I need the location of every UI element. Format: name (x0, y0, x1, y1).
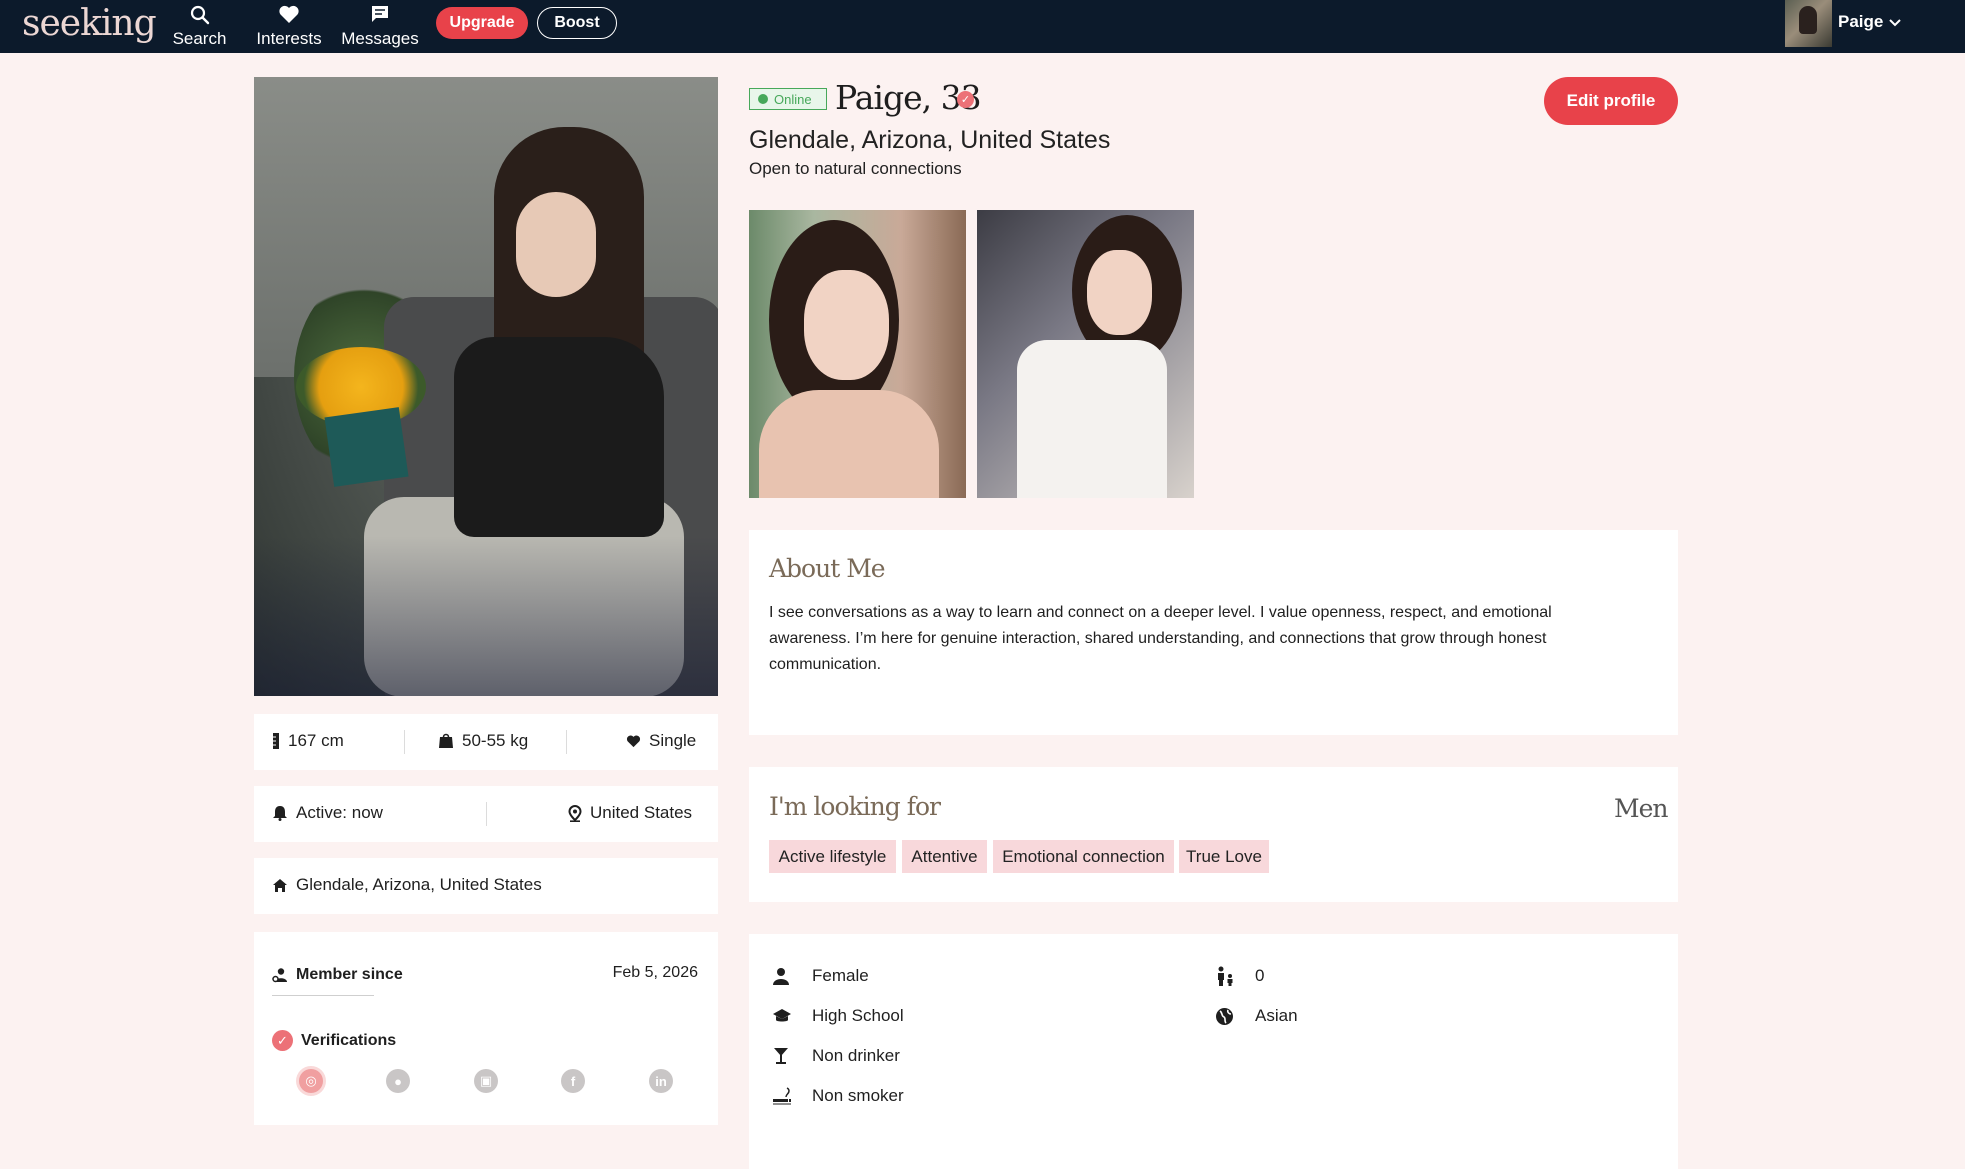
height-icon (273, 733, 279, 749)
globe-icon (1215, 1007, 1255, 1026)
chevron-down-icon[interactable] (1888, 10, 1902, 35)
country-value: United States (590, 803, 693, 822)
home-card: Glendale, Arizona, United States (254, 858, 718, 914)
detail-drinking: Non drinker (772, 1046, 900, 1066)
online-dot-icon (758, 94, 768, 104)
nav-search[interactable]: Search (172, 4, 227, 50)
edit-profile-button[interactable]: Edit profile (1544, 77, 1678, 125)
underline (272, 995, 374, 996)
photo-verification-icon[interactable]: ◎ (299, 1069, 323, 1093)
thumb-shirt (1017, 340, 1167, 498)
detail-education-value: High School (812, 1006, 904, 1025)
about-text: I see conversations as a way to learn an… (769, 604, 1552, 673)
weight-icon (439, 733, 453, 748)
divider (486, 802, 487, 826)
user-name[interactable]: Paige (1838, 12, 1883, 32)
nav-interests-label: Interests (256, 29, 322, 48)
verifications-text: Verifications (301, 1031, 397, 1049)
height-stat: 167 cm (272, 731, 344, 751)
member-card (254, 932, 718, 1125)
profile-tagline: Open to natural connections (749, 159, 962, 178)
member-since-text: Member since (296, 966, 403, 983)
stats-card: 167 cm 50-55 kg Single (254, 714, 718, 770)
member-since-date: Feb 5, 2026 (612, 964, 698, 981)
detail-smoking: Non smoker (772, 1086, 904, 1106)
looking-for-gender: Men (1614, 794, 1668, 823)
divider (404, 730, 405, 754)
photo-shade (254, 536, 718, 696)
relationship-value: Single (649, 731, 697, 750)
upgrade-button[interactable]: Upgrade (436, 7, 528, 39)
online-status-badge: Online (749, 88, 827, 110)
weight-stat: 50-55 kg (438, 731, 528, 751)
detail-children-value: 0 (1255, 966, 1265, 985)
smoking-icon (772, 1087, 812, 1105)
about-title: About Me (769, 554, 886, 583)
looking-for-card (749, 767, 1678, 902)
online-label: Online (774, 91, 812, 107)
profile-location: Glendale, Arizona, United States (749, 126, 1111, 154)
verifications-label: ✓ Verifications (272, 1030, 396, 1051)
heart-icon (254, 4, 324, 28)
boost-button[interactable]: Boost (537, 7, 617, 39)
tag-chip: Attentive (902, 840, 987, 873)
photo-vase (324, 407, 409, 487)
detail-education: High School (772, 1006, 904, 1026)
looking-for-title: I'm looking for (769, 792, 941, 821)
main-profile-photo[interactable] (254, 77, 718, 696)
country-stat: United States (568, 803, 692, 823)
linkedin-icon[interactable]: in (649, 1069, 673, 1093)
user-avatar[interactable] (1785, 0, 1832, 47)
thumb-shoulder (759, 390, 939, 498)
member-icon (272, 968, 287, 983)
background-check-icon[interactable]: ▣ (474, 1069, 498, 1093)
detail-gender-value: Female (812, 966, 869, 985)
thumb-face (804, 270, 889, 380)
id-verification-icon[interactable]: ● (386, 1069, 410, 1093)
seeking-logo[interactable]: seeking (22, 2, 157, 46)
bell-icon (273, 806, 287, 821)
member-since-label: Member since (272, 966, 403, 984)
photo-shirt (454, 337, 664, 537)
relationship-stat: Single (626, 731, 696, 751)
detail-ethnicity: Asian (1215, 1006, 1298, 1026)
tag-chip: True Love (1179, 840, 1269, 873)
graduation-cap-icon (772, 1008, 812, 1024)
home-stat: Glendale, Arizona, United States (272, 875, 542, 895)
parent-child-icon (1215, 966, 1255, 986)
nav-messages-label: Messages (341, 29, 419, 48)
profile-thumbnail[interactable] (749, 210, 966, 498)
facebook-icon[interactable]: f (561, 1069, 585, 1093)
detail-smoking-value: Non smoker (812, 1086, 904, 1105)
active-stat: Active: now (272, 803, 383, 823)
active-value: Active: now (296, 803, 383, 822)
top-nav: seeking Search Interests Messages Upgrad… (0, 0, 1965, 53)
verified-badge-icon: ✓ (957, 91, 974, 108)
cocktail-icon (772, 1047, 812, 1065)
detail-gender: Female (772, 966, 869, 986)
height-value: 167 cm (288, 731, 344, 750)
detail-drinking-value: Non drinker (812, 1046, 900, 1065)
activity-card: Active: now United States (254, 786, 718, 842)
location-pin-icon (568, 804, 582, 822)
photo-face (516, 192, 596, 297)
nav-messages[interactable]: Messages (340, 4, 420, 50)
divider (566, 730, 567, 754)
search-icon (172, 4, 227, 28)
message-icon (340, 4, 420, 28)
weight-value: 50-55 kg (462, 731, 529, 750)
heart-icon (626, 735, 641, 748)
profile-thumbnail[interactable] (977, 210, 1194, 498)
thumb-face (1087, 250, 1152, 335)
nav-interests[interactable]: Interests (254, 4, 324, 50)
home-value: Glendale, Arizona, United States (296, 875, 542, 894)
detail-ethnicity-value: Asian (1255, 1006, 1298, 1025)
tag-chip: Active lifestyle (769, 840, 896, 873)
person-icon (772, 967, 812, 985)
home-icon (273, 878, 287, 892)
nav-search-label: Search (172, 29, 227, 48)
tag-chip: Emotional connection (993, 840, 1174, 873)
verified-check-icon: ✓ (272, 1030, 293, 1051)
detail-children: 0 (1215, 966, 1264, 986)
